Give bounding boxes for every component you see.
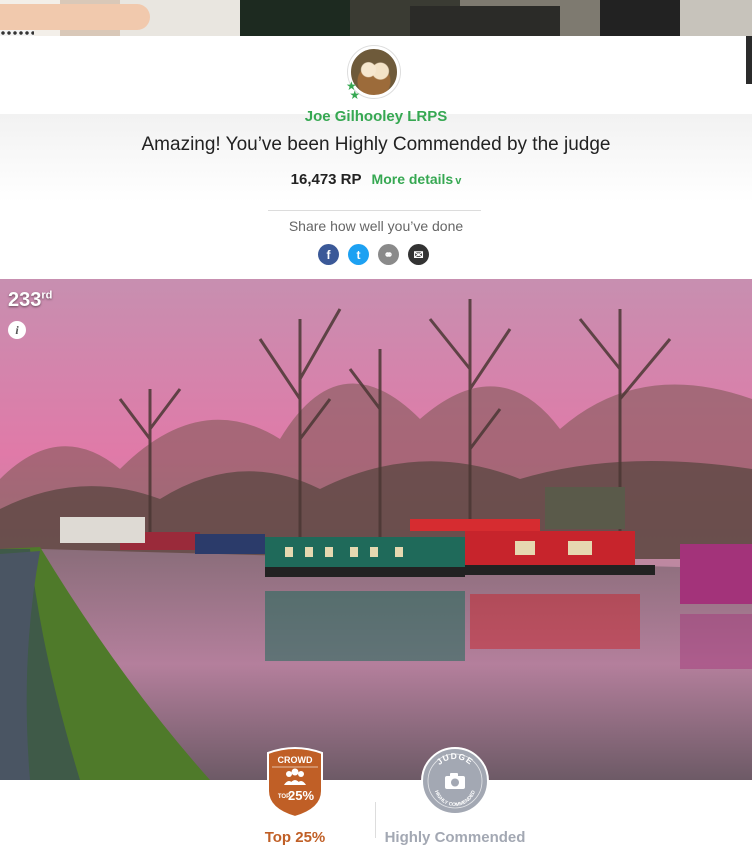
canal-boats-landscape xyxy=(0,279,752,780)
judge-highly-commended-badge[interactable]: JUDGE HIGHLY COMMENDED xyxy=(420,745,490,819)
crowd-result-label: Top 25% xyxy=(264,829,326,846)
chevron-down-icon: v xyxy=(455,175,462,187)
result-card: ★ ★ Joe Gilhooley LRPS Amazing! You’ve b… xyxy=(0,36,752,279)
judge-result-label: Highly Commended xyxy=(384,829,526,846)
email-icon[interactable]: ✉ xyxy=(408,244,429,265)
crowd-top-25-badge[interactable]: CROWD TOP 25% xyxy=(262,745,328,819)
facebook-icon[interactable]: f xyxy=(318,244,339,265)
link-icon[interactable]: ⚭ xyxy=(378,244,399,265)
previous-photo-strip xyxy=(0,0,752,36)
share-label: Share how well you’ve done xyxy=(288,218,464,234)
crowd-badge-title: CROWD xyxy=(278,755,313,765)
points-row: 16,473 RP More details v xyxy=(0,171,752,188)
svg-text:25%: 25% xyxy=(288,788,314,803)
reward-points: 16,473 RP xyxy=(290,171,362,188)
divider xyxy=(268,210,481,211)
scroll-edge xyxy=(746,36,752,84)
rank: 233rd xyxy=(8,289,53,311)
share-icons: f t ⚭ ✉ xyxy=(318,244,429,265)
badge-area xyxy=(0,780,752,862)
stars-icon: ★ ★ xyxy=(346,79,361,102)
submitted-photo[interactable]: 233rd i xyxy=(0,279,752,780)
more-details-link[interactable]: More details v xyxy=(372,171,462,187)
username[interactable]: Joe Gilhooley LRPS xyxy=(0,108,752,125)
result-headline: Amazing! You’ve been Highly Commended by… xyxy=(141,134,611,155)
photo-result-page: ★ ★ Joe Gilhooley LRPS Amazing! You’ve b… xyxy=(0,0,752,862)
info-icon[interactable]: i xyxy=(8,321,26,339)
twitter-icon[interactable]: t xyxy=(348,244,369,265)
